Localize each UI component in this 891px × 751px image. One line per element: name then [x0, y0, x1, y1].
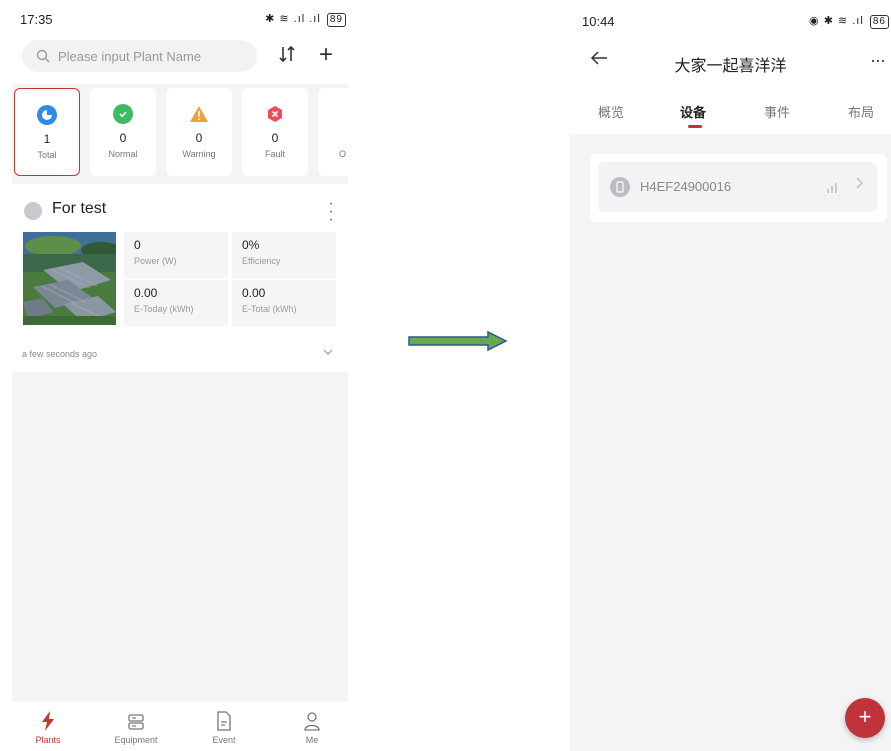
normal-label: Normal — [108, 149, 138, 159]
warning-icon — [189, 104, 209, 124]
tab-me-label: Me — [305, 735, 319, 745]
tab-events[interactable]: 事件 — [764, 102, 790, 121]
e-total-value: 0.00 — [242, 286, 266, 300]
signal-icons: ◉ ✱ ≋ .ıl — [809, 15, 864, 27]
pie-chart-icon — [37, 105, 57, 125]
device-item[interactable]: H4EF24900016 — [598, 162, 877, 212]
tab-plants-label: Plants — [35, 735, 61, 745]
fault-count: 0 — [271, 131, 279, 145]
search-placeholder: Please input Plant Name — [58, 48, 202, 64]
offline-icon — [344, 104, 348, 124]
e-today-value: 0.00 — [134, 286, 158, 300]
tab-layout[interactable]: 布局 — [848, 102, 874, 121]
plant-avatar-icon — [24, 202, 42, 220]
plants-screen: 17:35 ✱ ≋ .ıl .ıl 89 Please input Plant … — [0, 0, 360, 751]
metric-e-total: 0.00 E-Total (kWh) — [232, 280, 336, 326]
page-title: 大家一起喜洋洋 — [674, 58, 787, 75]
plant-search-input[interactable]: Please input Plant Name — [22, 40, 257, 72]
detail-tabs: 概览 设备 事件 布局 — [570, 102, 891, 132]
tab-equipment-label: Equipment — [114, 735, 158, 745]
sort-icon[interactable] — [276, 44, 298, 68]
metric-power: 0 Power (W) — [124, 232, 228, 278]
more-horizontal-icon[interactable]: ··· — [870, 50, 886, 71]
plant-card[interactable]: For test · · · 0 Power (W) 0% Efficiency… — [12, 192, 348, 332]
plant-update-row[interactable]: a few seconds ago — [12, 340, 348, 370]
add-device-button[interactable]: + — [845, 698, 885, 738]
status-bar-icons: ✱ ≋ .ıl .ıl 89 — [265, 12, 346, 27]
plant-name: For test — [52, 200, 107, 217]
active-tab-indicator — [688, 125, 702, 128]
filter-fault[interactable]: 0 Fault — [242, 88, 308, 176]
metric-e-today: 0.00 E-Today (kWh) — [124, 280, 228, 326]
tab-plants[interactable]: Plants — [8, 709, 88, 745]
tab-equipment[interactable]: Equipment — [96, 709, 176, 745]
signal-icons: ✱ ≋ .ıl .ıl — [265, 13, 321, 25]
add-plant-button[interactable]: + — [314, 42, 338, 68]
filter-offline-partial[interactable]: 0 O — [318, 88, 348, 176]
last-updated-text: a few seconds ago — [22, 349, 98, 359]
status-bar-icons: ◉ ✱ ≋ .ıl 86 — [809, 14, 889, 29]
total-label: Total — [37, 150, 57, 160]
device-serial: H4EF24900016 — [640, 179, 732, 194]
warning-count: 0 — [195, 131, 203, 145]
filter-normal[interactable]: 0 Normal — [90, 88, 156, 176]
status-filter-bar: 1 Total 0 Normal 0 Warning 0 Fault O — [12, 84, 348, 184]
fault-label: Fault — [264, 149, 285, 159]
tab-devices[interactable]: 设备 — [680, 102, 706, 121]
tab-event-label: Event — [212, 735, 236, 745]
device-icon — [610, 177, 630, 197]
filter-warning[interactable]: 0 Warning — [166, 88, 232, 176]
chevron-right-icon — [854, 176, 864, 193]
battery-level: 89 — [326, 13, 346, 27]
more-vertical-icon[interactable]: · · · — [326, 196, 336, 228]
battery-level: 86 — [869, 15, 889, 29]
check-circle-icon — [113, 104, 133, 124]
normal-count: 0 — [119, 131, 127, 145]
plant-list-empty-area — [12, 372, 348, 702]
plant-photo — [23, 232, 116, 325]
status-bar-time: 10:44 — [582, 14, 615, 29]
e-today-label: E-Today (kWh) — [134, 304, 194, 314]
e-total-label: E-Total (kWh) — [242, 304, 297, 314]
efficiency-label: Efficiency — [242, 256, 281, 266]
tab-me[interactable]: Me — [272, 709, 352, 745]
fault-hexagon-icon — [265, 104, 285, 124]
metric-efficiency: 0% Efficiency — [232, 232, 336, 278]
lightning-icon — [8, 709, 88, 731]
tab-event[interactable]: Event — [184, 709, 264, 745]
offline-label: O — [338, 149, 346, 159]
bottom-tab-bar: Plants Equipment Event Me — [0, 703, 360, 751]
device-list: H4EF24900016 — [570, 134, 891, 751]
power-value: 0 — [134, 238, 141, 252]
device-card: H4EF24900016 — [590, 154, 887, 222]
transition-arrow-icon — [408, 330, 508, 352]
plant-detail-screen: 10:44 ◉ ✱ ≋ .ıl 86 大家一起喜洋洋 ··· 概览 设备 事件 … — [570, 0, 891, 751]
power-label: Power (W) — [134, 256, 177, 266]
tab-overview[interactable]: 概览 — [598, 102, 624, 121]
signal-strength-icon — [826, 180, 840, 198]
status-bar-time: 17:35 — [20, 12, 53, 27]
warning-label: Warning — [182, 149, 216, 159]
document-icon — [184, 709, 264, 731]
chevron-down-icon[interactable] — [322, 346, 334, 361]
server-icon — [96, 709, 176, 731]
person-icon — [272, 709, 352, 731]
total-count: 1 — [43, 132, 51, 146]
search-icon — [36, 49, 50, 63]
efficiency-value: 0% — [242, 238, 260, 252]
filter-total[interactable]: 1 Total — [14, 88, 80, 176]
